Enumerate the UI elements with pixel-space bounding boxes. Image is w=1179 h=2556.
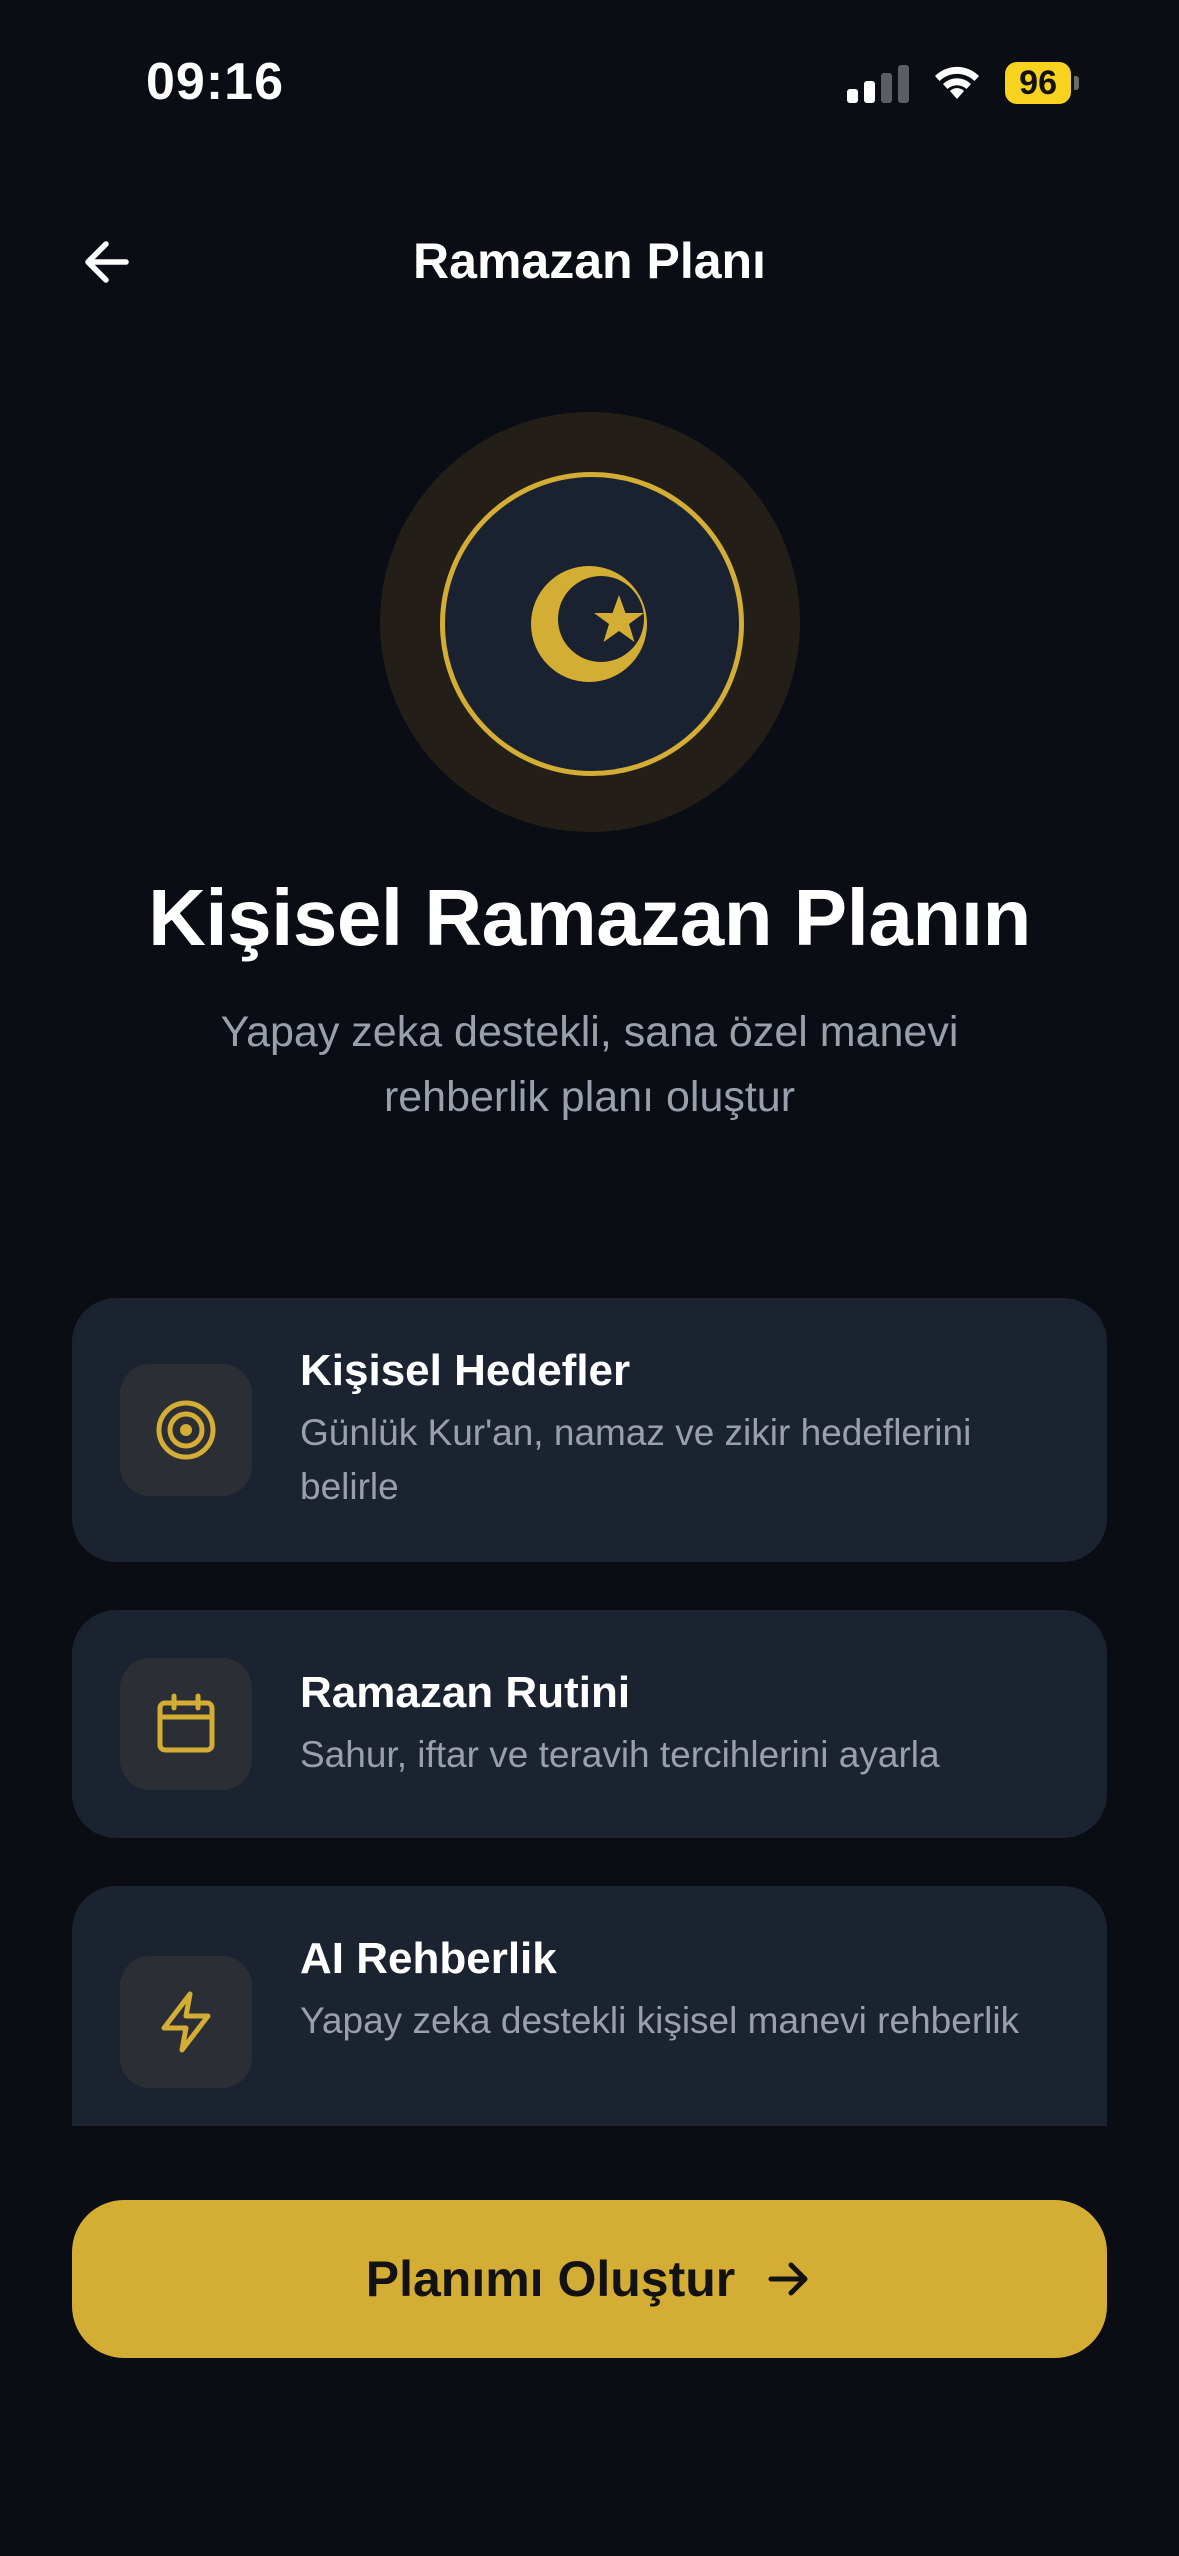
feature-title: Ramazan Rutini xyxy=(300,1668,631,1717)
feature-card-ai-guidance[interactable]: AI Rehberlik Yapay zeka destekli kişisel… xyxy=(72,1886,1107,2126)
feature-description: Günlük Kur'an, namaz ve zikir hedeflerin… xyxy=(300,1412,972,1507)
feature-card-ramadan-routine[interactable]: Ramazan Rutini Sahur, iftar ve teravih t… xyxy=(72,1610,1107,1838)
feature-title: AI Rehberlik xyxy=(300,1934,557,1983)
status-time: 09:16 xyxy=(146,53,284,111)
calendar-icon xyxy=(120,1658,252,1790)
ramadan-plan-screen: 09:16 96 Ramazan Planı Kişisel Ramazan P… xyxy=(0,0,1179,2556)
status-icons: 96 xyxy=(847,62,1079,104)
battery-level: 96 xyxy=(1005,62,1071,104)
battery-nub xyxy=(1074,76,1079,90)
wifi-icon xyxy=(935,66,980,99)
create-plan-label: Planımı Oluştur xyxy=(365,2251,736,2307)
feature-card-personal-goals[interactable]: Kişisel Hedefler Günlük Kur'an, namaz ve… xyxy=(72,1298,1107,1562)
feature-title: Kişisel Hedefler xyxy=(300,1346,631,1395)
hero-title: Kişisel Ramazan Planın xyxy=(148,873,1031,962)
emblem-circle xyxy=(440,472,744,776)
page-title: Ramazan Planı xyxy=(413,233,766,289)
feature-description: Yapay zeka destekli kişisel manevi rehbe… xyxy=(300,2000,1020,2041)
create-plan-button[interactable]: Planımı Oluştur xyxy=(72,2200,1107,2358)
cellular-signal-icon xyxy=(847,63,910,103)
target-icon xyxy=(120,1364,252,1496)
feature-description: Sahur, iftar ve teravih tercihlerini aya… xyxy=(300,1734,940,1775)
lightning-icon xyxy=(120,1956,252,2088)
battery-indicator: 96 xyxy=(1005,62,1079,104)
arrow-right-icon xyxy=(768,2262,808,2296)
crescent-star-icon xyxy=(531,566,647,682)
hero-subtitle: Yapay zeka destekli, sana özel manevi re… xyxy=(220,1008,959,1121)
